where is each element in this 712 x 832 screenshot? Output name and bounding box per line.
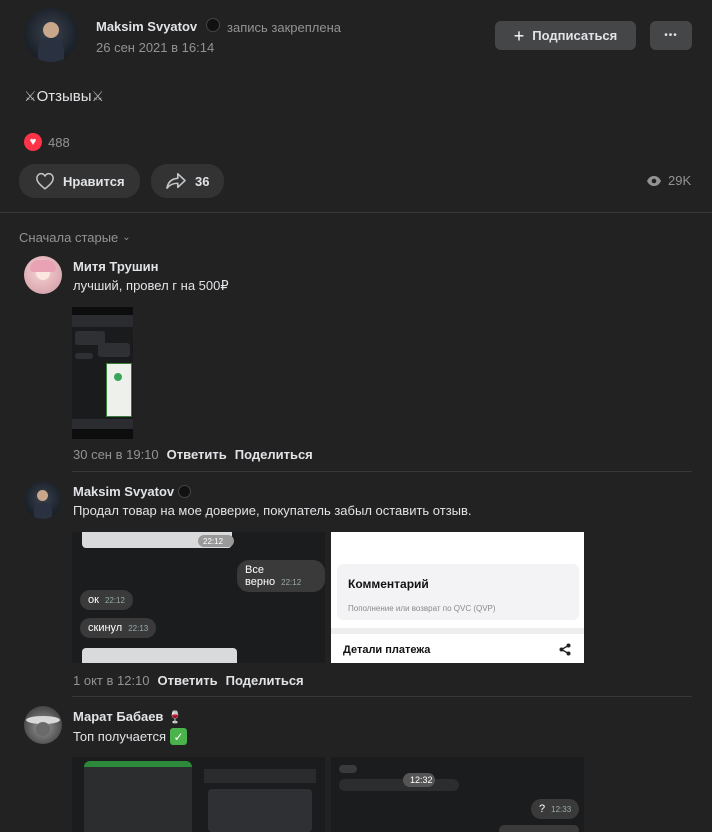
post-text: ⚔ Отзывы ⚔ <box>24 88 105 105</box>
more-icon: ••• <box>664 30 678 41</box>
eye-icon <box>647 175 661 186</box>
divider <box>72 471 692 472</box>
post-author-name[interactable]: Maksim Svyatov <box>96 19 197 34</box>
comment-date[interactable]: 1 окт в 12:10 <box>73 673 150 688</box>
reactions-count: 488 <box>48 134 70 150</box>
comment-author-name[interactable]: Марат Бабаев <box>73 709 163 724</box>
reply-button[interactable]: Ответить <box>158 673 218 688</box>
heart-outline-icon <box>36 172 54 190</box>
like-button[interactable]: Нравится <box>19 164 140 198</box>
share-comment-button[interactable]: Поделиться <box>226 673 304 688</box>
comment-date[interactable]: 30 сен в 19:10 <box>73 447 159 462</box>
post-author-avatar[interactable] <box>24 8 78 62</box>
comment-author-name[interactable]: Митя Трушин <box>73 259 159 274</box>
comments-sort-dropdown[interactable]: Сначала старые ⌄ <box>19 230 131 245</box>
heart-reaction-icon: ♥ <box>24 133 42 151</box>
comment-attachment-image[interactable] <box>72 757 325 832</box>
share-icon <box>559 643 571 656</box>
subscribe-button[interactable]: + Подписаться <box>495 21 636 50</box>
chat-bubble: скинул 22:13 <box>80 618 157 638</box>
comment-attachment-image[interactable]: 22:12 Все верно 22:12 ок 22:12 скинул 22:13 <box>72 532 325 663</box>
comment-attachment-image[interactable]: 12:32 ? 12:33 <box>331 757 584 832</box>
divider <box>0 212 712 213</box>
chevron-down-icon: ⌄ <box>122 232 131 243</box>
comment-text-line: Топ получается ✓ <box>73 728 188 745</box>
comment-footer: 30 сен в 19:10 Ответить Поделиться <box>73 447 313 462</box>
comment-author-avatar[interactable] <box>24 256 62 294</box>
comment-author-avatar[interactable] <box>24 706 62 744</box>
share-button[interactable]: 36 <box>151 164 224 198</box>
pinned-label: запись закреплена <box>227 20 341 35</box>
more-options-button[interactable]: ••• <box>650 21 692 50</box>
comment-author-line: Maksim Svyatov <box>73 484 192 499</box>
comment-author-line: Марат Бабаев 🍷 <box>73 709 182 724</box>
reactions-summary[interactable]: ♥ 488 <box>24 133 70 151</box>
post-date[interactable]: 26 сен 2021 в 16:14 <box>96 40 214 55</box>
comment-attachment-image[interactable]: Комментарий Пополнение или возврат по QV… <box>331 532 584 663</box>
share-comment-button[interactable]: Поделиться <box>235 447 313 462</box>
comment-author-avatar[interactable] <box>24 481 62 519</box>
share-arrow-icon <box>166 172 186 190</box>
comment-text: Продал товар на мое доверие, покупатель … <box>73 503 472 518</box>
comment-text: Топ получается <box>73 729 167 744</box>
comment-author-name[interactable]: Maksim Svyatov <box>73 484 174 499</box>
wine-glass-icon: 🍷 <box>167 709 183 724</box>
author-emoji-icon <box>178 485 192 498</box>
comment-footer: 1 окт в 12:10 Ответить Поделиться <box>73 673 304 688</box>
crossed-swords-icon: ⚔ <box>91 88 105 104</box>
chat-bubble: Все верно 22:12 <box>237 560 325 592</box>
comment-text: лучший, провел г на 500₽ <box>73 278 229 293</box>
crossed-swords-icon: ⚔ <box>24 88 37 104</box>
check-mark-icon: ✓ <box>170 728 188 745</box>
plus-icon: + <box>513 25 525 46</box>
reply-button[interactable]: Ответить <box>167 447 227 462</box>
chat-bubble: ? 12:33 <box>531 799 580 819</box>
comment-attachment-image[interactable] <box>72 307 133 439</box>
chat-bubble: ок 22:12 <box>80 590 133 610</box>
divider <box>72 696 692 697</box>
author-emoji-icon <box>206 18 220 32</box>
views-counter: 29K <box>646 173 691 188</box>
